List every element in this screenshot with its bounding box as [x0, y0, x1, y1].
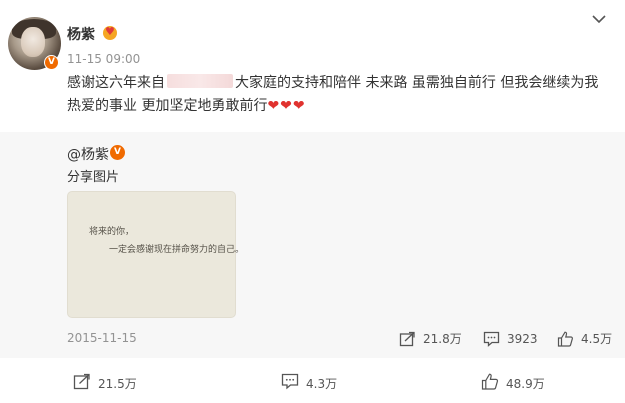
- repost-share-count: 21.8万: [423, 332, 462, 346]
- chevron-down-icon[interactable]: [591, 13, 607, 25]
- comment-icon: [281, 373, 299, 390]
- repost-verified-badge-icon: V: [110, 145, 125, 160]
- fan-heart-icon: [103, 25, 117, 40]
- comment-count: 4.3万: [306, 377, 338, 391]
- avatar-face: [21, 27, 45, 57]
- like-count: 48.9万: [506, 377, 545, 391]
- share-icon: [399, 331, 415, 347]
- verified-badge-icon: V: [44, 55, 59, 70]
- image-text-line1: 将来的你，: [89, 227, 135, 237]
- comment-icon: [483, 331, 500, 347]
- repost-text: 分享图片: [67, 170, 120, 185]
- share-icon: [73, 373, 90, 390]
- shared-image[interactable]: 将来的你， 一定会感谢现在拼命努力的自己。: [67, 191, 244, 318]
- redacted-text: [167, 74, 233, 88]
- repost-comment-count: 3923: [507, 332, 538, 346]
- repost-like-count: 4.5万: [581, 332, 613, 346]
- thumbs-up-icon: [481, 373, 499, 390]
- share-count: 21.5万: [98, 377, 137, 391]
- image-text-line2: 一定会感谢现在拼命努力的自己。: [109, 245, 245, 255]
- post-timestamp[interactable]: 11-15 09:00: [67, 52, 140, 66]
- weibo-post: V 杨紫 11-15 09:00 感谢这六年来自大家庭的支持和陪伴 未来路 虽需…: [0, 0, 625, 403]
- repost-date[interactable]: 2015-11-15: [67, 331, 137, 345]
- thumbs-up-icon: [557, 331, 573, 347]
- repost-card[interactable]: @杨紫 V 分享图片 将来的你， 一定会感谢现在拼命努力的自己。 2015-11…: [0, 132, 625, 358]
- post-content: 感谢这六年来自 大家庭的支持和陪伴 未来路 虽需独自前行 但我会继续为我热爱的事业…: [67, 72, 612, 118]
- repost-username[interactable]: @杨紫: [67, 144, 109, 164]
- post-text-start: 感谢这六年来自: [67, 75, 165, 91]
- username[interactable]: 杨紫: [67, 24, 95, 44]
- action-bar: 21.5万 4.3万 48.9万: [0, 358, 625, 403]
- heart-emoji-icon: ❤❤❤: [267, 98, 306, 114]
